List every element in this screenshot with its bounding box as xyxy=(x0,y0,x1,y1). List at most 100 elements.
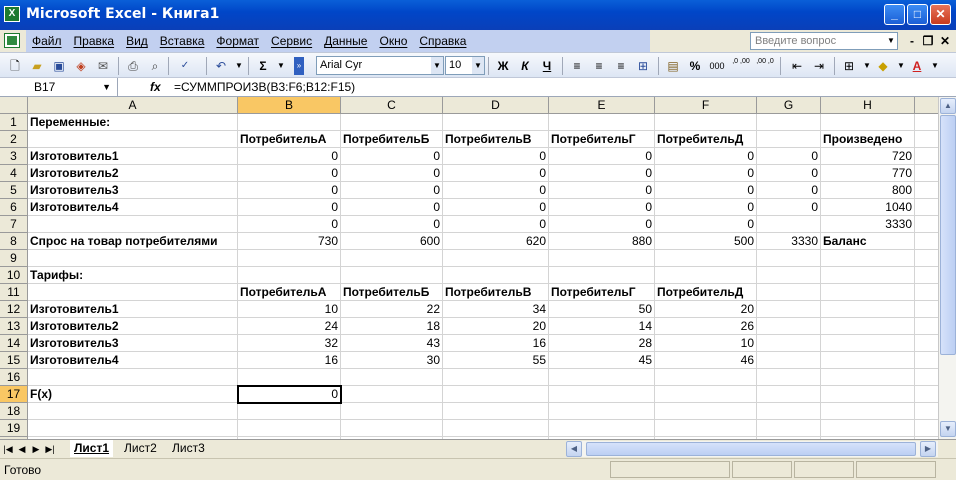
new-document-icon[interactable]: 🗋 xyxy=(6,57,24,75)
cell-h12[interactable] xyxy=(821,301,915,318)
percent-button[interactable]: % xyxy=(686,57,704,75)
scroll-left-icon[interactable]: ◀ xyxy=(566,441,582,457)
cell-d3[interactable]: 0 xyxy=(443,148,549,165)
cell-f5[interactable]: 0 xyxy=(655,182,757,199)
cell-h18[interactable] xyxy=(821,403,915,420)
cell-f7[interactable]: 0 xyxy=(655,216,757,233)
cell-g1[interactable] xyxy=(757,114,821,131)
cell-b18[interactable] xyxy=(238,403,341,420)
cell-e11[interactable]: ПотребительГ xyxy=(549,284,655,301)
cell-b8[interactable]: 730 xyxy=(238,233,341,250)
column-header-e[interactable]: E xyxy=(549,97,655,114)
row-header-16[interactable]: 16 xyxy=(0,369,28,386)
email-icon[interactable]: ✉ xyxy=(94,57,112,75)
cell-d17[interactable] xyxy=(443,386,549,403)
cell-g4[interactable]: 0 xyxy=(757,165,821,182)
menu-insert[interactable]: Вставка xyxy=(154,30,211,52)
merge-center-icon[interactable]: ⊞ xyxy=(634,57,652,75)
cell-a10[interactable]: Тарифы: xyxy=(28,267,238,284)
cell-h2[interactable]: Произведено xyxy=(821,131,915,148)
cell-c14[interactable]: 43 xyxy=(341,335,443,352)
cell-e4[interactable]: 0 xyxy=(549,165,655,182)
print-preview-icon[interactable]: ⌕ xyxy=(146,57,164,75)
cell-e14[interactable]: 28 xyxy=(549,335,655,352)
sheet-tab-3[interactable]: Лист3 xyxy=(168,440,209,457)
cell-c11[interactable]: ПотребительБ xyxy=(341,284,443,301)
next-sheet-icon[interactable]: ▶ xyxy=(30,442,42,456)
cell-i8[interactable] xyxy=(915,233,938,250)
cell-h9[interactable] xyxy=(821,250,915,267)
decrease-decimal-button[interactable]: ,00 ,0 xyxy=(756,57,774,75)
cell-g15[interactable] xyxy=(757,352,821,369)
row-header-2[interactable]: 2 xyxy=(0,131,28,148)
cell-i3[interactable] xyxy=(915,148,938,165)
sheet-tab-1[interactable]: Лист1 xyxy=(70,440,114,457)
cell-g3[interactable]: 0 xyxy=(757,148,821,165)
font-name-select[interactable]: Arial Cyr ▼ xyxy=(316,56,444,75)
cell-c17[interactable] xyxy=(341,386,443,403)
cell-d8[interactable]: 620 xyxy=(443,233,549,250)
row-header-17[interactable]: 17 xyxy=(0,386,28,403)
cell-h10[interactable] xyxy=(821,267,915,284)
open-folder-icon[interactable]: ▰ xyxy=(28,57,46,75)
cell-d1[interactable] xyxy=(443,114,549,131)
cell-a3[interactable]: Изготовитель1 xyxy=(28,148,238,165)
cell-g12[interactable] xyxy=(757,301,821,318)
cell-f12[interactable]: 20 xyxy=(655,301,757,318)
cell-d2[interactable]: ПотребительВ xyxy=(443,131,549,148)
row-header-10[interactable]: 10 xyxy=(0,267,28,284)
row-header-3[interactable]: 3 xyxy=(0,148,28,165)
cell-d18[interactable] xyxy=(443,403,549,420)
cell-c8[interactable]: 600 xyxy=(341,233,443,250)
cell-a14[interactable]: Изготовитель3 xyxy=(28,335,238,352)
cell-i6[interactable] xyxy=(915,199,938,216)
cell-f3[interactable]: 0 xyxy=(655,148,757,165)
cell-d5[interactable]: 0 xyxy=(443,182,549,199)
cell-e1[interactable] xyxy=(549,114,655,131)
cell-g19[interactable] xyxy=(757,420,821,437)
cell-e7[interactable]: 0 xyxy=(549,216,655,233)
cell-i17[interactable] xyxy=(915,386,938,403)
row-header-11[interactable]: 11 xyxy=(0,284,28,301)
cell-h8[interactable]: Баланс xyxy=(821,233,915,250)
bold-button[interactable]: Ж xyxy=(494,57,512,75)
cell-g14[interactable] xyxy=(757,335,821,352)
row-header-19[interactable]: 19 xyxy=(0,420,28,437)
cell-e16[interactable] xyxy=(549,369,655,386)
cell-i9[interactable] xyxy=(915,250,938,267)
cell-a13[interactable]: Изготовитель2 xyxy=(28,318,238,335)
decrease-indent-icon[interactable]: ⇤ xyxy=(788,57,806,75)
chevron-down-icon[interactable]: ▼ xyxy=(885,33,897,49)
column-header-d[interactable]: D xyxy=(443,97,549,114)
cell-c16[interactable] xyxy=(341,369,443,386)
row-header-1[interactable]: 1 xyxy=(0,114,28,131)
cell-a16[interactable] xyxy=(28,369,238,386)
cell-d9[interactable] xyxy=(443,250,549,267)
cell-e19[interactable] xyxy=(549,420,655,437)
cell-c18[interactable] xyxy=(341,403,443,420)
cell-i4[interactable] xyxy=(915,165,938,182)
cell-d13[interactable]: 20 xyxy=(443,318,549,335)
cell-h5[interactable]: 800 xyxy=(821,182,915,199)
close-button[interactable]: ✕ xyxy=(930,4,951,25)
autosum-dropdown-icon[interactable]: ▼ xyxy=(272,57,290,75)
cell-c5[interactable]: 0 xyxy=(341,182,443,199)
cell-f13[interactable]: 26 xyxy=(655,318,757,335)
cell-h16[interactable] xyxy=(821,369,915,386)
cell-e17[interactable] xyxy=(549,386,655,403)
cell-b6[interactable]: 0 xyxy=(238,199,341,216)
cell-d4[interactable]: 0 xyxy=(443,165,549,182)
cell-e10[interactable] xyxy=(549,267,655,284)
cell-a2[interactable] xyxy=(28,131,238,148)
cell-h13[interactable] xyxy=(821,318,915,335)
row-header-5[interactable]: 5 xyxy=(0,182,28,199)
cell-h19[interactable] xyxy=(821,420,915,437)
cell-b11[interactable]: ПотребительА xyxy=(238,284,341,301)
cell-a1[interactable]: Переменные: xyxy=(28,114,238,131)
cell-b12[interactable]: 10 xyxy=(238,301,341,318)
select-all-corner[interactable] xyxy=(0,97,28,114)
row-header-8[interactable]: 8 xyxy=(0,233,28,250)
save-icon[interactable]: ▣ xyxy=(50,57,68,75)
cell-g9[interactable] xyxy=(757,250,821,267)
cell-g6[interactable]: 0 xyxy=(757,199,821,216)
